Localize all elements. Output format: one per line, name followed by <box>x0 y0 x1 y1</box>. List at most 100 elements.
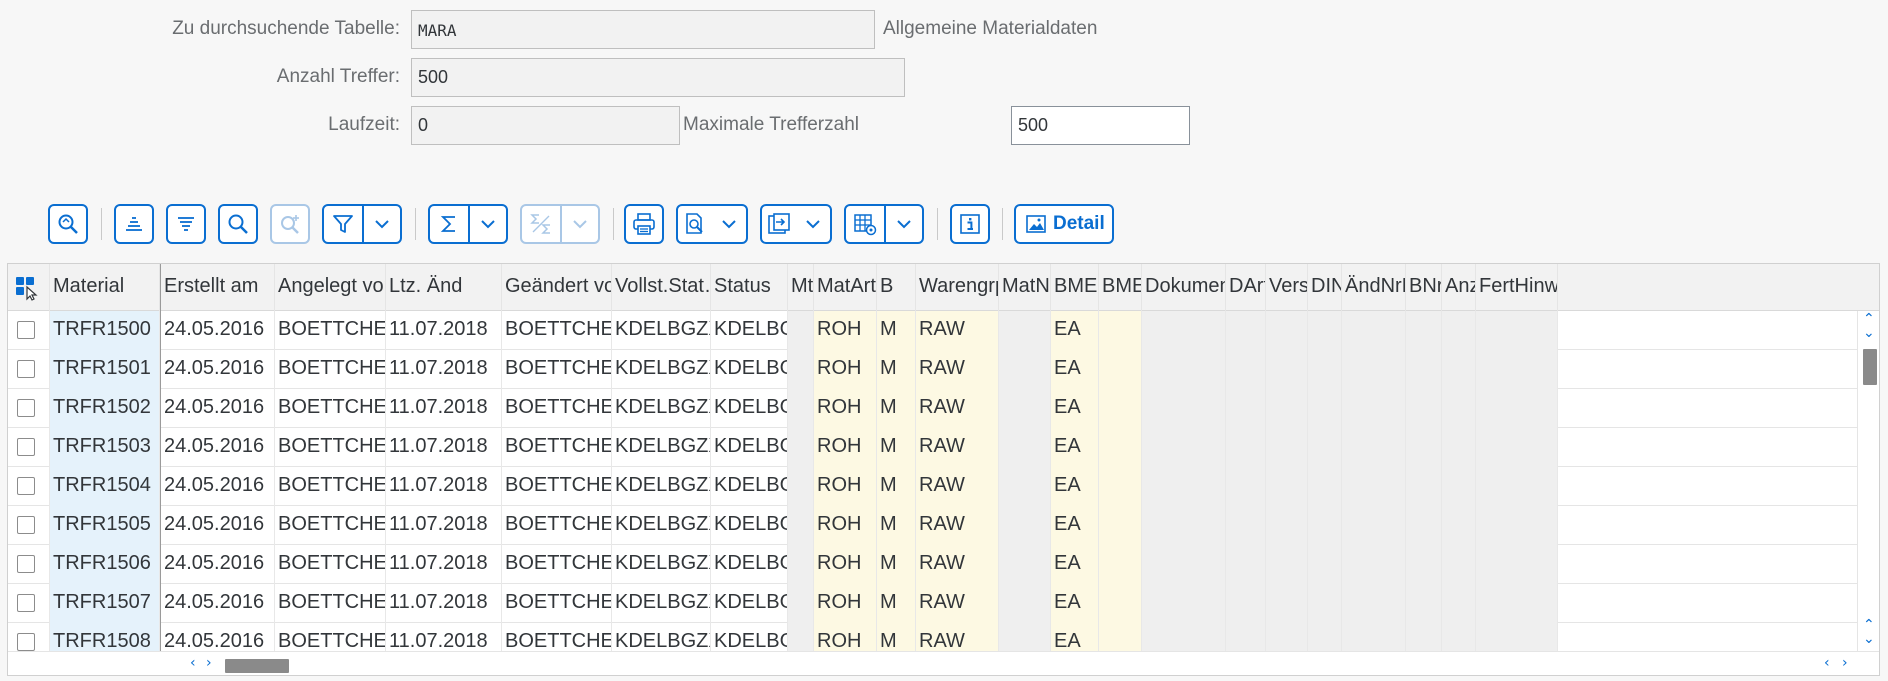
table-cell[interactable] <box>1226 428 1266 467</box>
table-cell[interactable] <box>1442 311 1476 350</box>
table-cell[interactable] <box>1099 506 1142 545</box>
table-cell[interactable] <box>1099 545 1142 584</box>
table-cell[interactable]: KDELBG <box>711 389 788 428</box>
table-cell[interactable] <box>1266 545 1308 584</box>
row-checkbox[interactable] <box>17 477 35 495</box>
scroll-down-icon[interactable]: ⌄ <box>1863 325 1875 341</box>
table-cell[interactable] <box>1142 506 1226 545</box>
table-cell[interactable] <box>1406 467 1442 506</box>
table-cell[interactable]: BOETTCHER <box>275 350 386 389</box>
filter-button[interactable] <box>322 204 402 244</box>
table-cell[interactable]: RAW <box>916 506 999 545</box>
column-header[interactable]: Geändert von <box>502 264 612 311</box>
table-cell[interactable]: 24.05.2016 <box>160 389 275 428</box>
row-select-cell[interactable] <box>8 584 50 623</box>
table-cell[interactable]: ROH <box>814 311 877 350</box>
table-cell[interactable] <box>1226 311 1266 350</box>
table-cell[interactable]: KDELBG <box>711 467 788 506</box>
table-cell[interactable] <box>1476 467 1558 506</box>
row-checkbox[interactable] <box>17 594 35 612</box>
table-cell[interactable]: BOETTCHER <box>275 389 386 428</box>
scroll-right-icon[interactable]: › <box>206 655 212 671</box>
row-checkbox[interactable] <box>17 321 35 339</box>
column-header[interactable]: BME <box>1099 264 1142 311</box>
subtotal-button[interactable] <box>520 204 600 244</box>
table-cell[interactable] <box>999 467 1051 506</box>
row-checkbox[interactable] <box>17 516 35 534</box>
table-cell[interactable] <box>1099 467 1142 506</box>
table-cell[interactable] <box>1266 350 1308 389</box>
table-cell[interactable]: M <box>877 584 916 623</box>
table-cell[interactable]: KDELBG <box>711 545 788 584</box>
table-cell[interactable]: 11.07.2018 <box>386 389 502 428</box>
table-cell[interactable] <box>1142 428 1226 467</box>
table-cell[interactable] <box>1308 350 1342 389</box>
table-cell[interactable] <box>788 545 814 584</box>
table-row[interactable]: TRFR150024.05.2016BOETTCHER11.07.2018BOE… <box>8 311 1858 350</box>
table-cell[interactable] <box>1476 428 1558 467</box>
table-cell[interactable]: M <box>877 350 916 389</box>
layout-button[interactable] <box>844 204 924 244</box>
column-header[interactable]: Dokument <box>1142 264 1226 311</box>
column-header[interactable]: B <box>877 264 916 311</box>
table-cell[interactable]: TRFR1505 <box>50 506 160 545</box>
table-cell[interactable]: EA <box>1051 389 1099 428</box>
column-header[interactable]: Vollst.Stat… <box>612 264 711 311</box>
table-cell[interactable]: 24.05.2016 <box>160 506 275 545</box>
table-cell[interactable]: RAW <box>916 428 999 467</box>
table-cell[interactable]: 24.05.2016 <box>160 584 275 623</box>
table-cell[interactable]: M <box>877 428 916 467</box>
column-header[interactable]: Mt <box>788 264 814 311</box>
table-cell[interactable] <box>999 311 1051 350</box>
table-cell[interactable] <box>1099 584 1142 623</box>
table-cell[interactable] <box>1476 389 1558 428</box>
table-cell[interactable]: BOETTCHER <box>275 311 386 350</box>
table-cell[interactable] <box>1266 467 1308 506</box>
row-select-cell[interactable] <box>8 506 50 545</box>
column-header[interactable]: FertHinw <box>1476 264 1558 311</box>
chevron-down-icon[interactable] <box>797 206 830 242</box>
scroll-left-icon[interactable]: ‹ <box>190 655 196 671</box>
table-cell[interactable] <box>1226 350 1266 389</box>
table-cell[interactable]: BOETTCHER <box>502 311 612 350</box>
table-cell[interactable] <box>788 350 814 389</box>
table-row[interactable]: TRFR150224.05.2016BOETTCHER11.07.2018BOE… <box>8 389 1858 428</box>
select-all-button[interactable] <box>8 264 50 311</box>
table-cell[interactable] <box>1142 311 1226 350</box>
table-cell[interactable] <box>1266 584 1308 623</box>
table-cell[interactable]: BOETTCHER <box>502 584 612 623</box>
table-cell[interactable] <box>1226 389 1266 428</box>
vertical-scrollbar[interactable]: ⌃ ⌄ ⌃ ⌄ <box>1857 311 1879 651</box>
table-cell[interactable]: ROH <box>814 428 877 467</box>
table-cell[interactable] <box>999 584 1051 623</box>
column-header[interactable]: Status <box>711 264 788 311</box>
table-cell[interactable]: 24.05.2016 <box>160 350 275 389</box>
table-cell[interactable]: KDELBG <box>711 584 788 623</box>
table-cell[interactable] <box>1342 389 1406 428</box>
table-cell[interactable]: 11.07.2018 <box>386 428 502 467</box>
table-cell[interactable]: RAW <box>916 389 999 428</box>
table-cell[interactable] <box>1476 584 1558 623</box>
table-row[interactable]: TRFR150624.05.2016BOETTCHER11.07.2018BOE… <box>8 545 1858 584</box>
row-select-cell[interactable] <box>8 350 50 389</box>
table-row[interactable]: TRFR150124.05.2016BOETTCHER11.07.2018BOE… <box>8 350 1858 389</box>
runtime-field[interactable]: 0 <box>411 106 680 145</box>
table-row[interactable]: TRFR150724.05.2016BOETTCHER11.07.2018BOE… <box>8 584 1858 623</box>
table-cell[interactable] <box>1442 350 1476 389</box>
table-cell[interactable]: KDELBGZX <box>612 428 711 467</box>
maxhits-field[interactable]: 500 <box>1011 106 1190 145</box>
chevron-down-icon[interactable] <box>562 206 598 242</box>
table-cell[interactable] <box>1342 506 1406 545</box>
table-cell[interactable]: 11.07.2018 <box>386 350 502 389</box>
row-select-cell[interactable] <box>8 428 50 467</box>
table-row[interactable]: TRFR150524.05.2016BOETTCHER11.07.2018BOE… <box>8 506 1858 545</box>
table-cell[interactable] <box>1308 584 1342 623</box>
table-cell[interactable] <box>1266 428 1308 467</box>
table-cell[interactable]: KDELBGZX <box>612 467 711 506</box>
chevron-down-icon[interactable] <box>364 206 400 242</box>
column-header[interactable]: DArt <box>1226 264 1266 311</box>
table-cell[interactable]: KDELBGZX <box>612 350 711 389</box>
table-cell[interactable] <box>788 428 814 467</box>
table-cell[interactable]: 24.05.2016 <box>160 311 275 350</box>
horizontal-scroll-thumb[interactable] <box>225 659 289 673</box>
